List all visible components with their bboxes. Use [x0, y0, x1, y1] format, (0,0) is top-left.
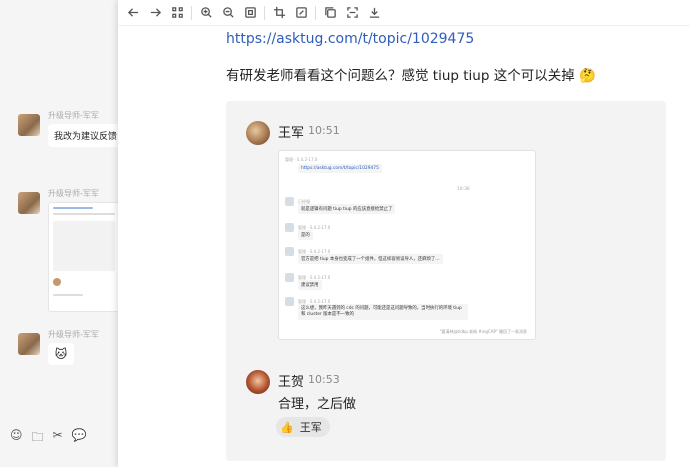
zoom-in-icon[interactable]	[195, 2, 217, 24]
avatar[interactable]	[18, 192, 40, 214]
forward-icon[interactable]	[144, 2, 166, 24]
avatar[interactable]	[246, 121, 270, 145]
chat-icon[interactable]: 💬	[72, 428, 87, 449]
avatar[interactable]	[246, 370, 270, 394]
list-item: 管理 · S.4.2-17.0 建议禁用	[285, 273, 330, 290]
message-sender: 升级导师-军军	[48, 189, 99, 198]
screenshot-footer: "要清林@tidbp.老街 #ingCAP" 撤回了一条消息	[439, 329, 527, 334]
input-toolbar: ☺ 🗀 ✂ 💬	[10, 428, 87, 449]
embedded-screenshot[interactable]: 管理 · S.4.2-17.0 https://asktug.com/t/top…	[278, 150, 536, 340]
image-viewer: https://asktug.com/t/topic/1029475 有研发老师…	[118, 0, 690, 467]
scan-icon[interactable]	[341, 2, 363, 24]
edit-icon[interactable]	[290, 2, 312, 24]
reaction-user: 王军	[299, 421, 322, 434]
zoom-out-icon[interactable]	[217, 2, 239, 24]
viewer-toolbar	[118, 0, 690, 26]
message-bubble[interactable]: 我改为建议反馈	[48, 124, 118, 147]
list-item: 管理 · S.4.2-17.0 这么想，我昨天遇到的 cdc 的问题，可能还是这…	[285, 297, 468, 320]
message-time: 10:51	[308, 124, 340, 137]
crop-icon[interactable]	[268, 2, 290, 24]
avatar[interactable]	[18, 114, 40, 136]
grid-icon[interactable]	[166, 2, 188, 24]
question-text: 有研发老师看看这个问题么？感觉 tiup tiup 这个可以关掉 🤔	[226, 68, 596, 84]
avatar[interactable]	[18, 333, 40, 355]
topic-link[interactable]: https://asktug.com/t/topic/1029475	[226, 31, 474, 47]
message-sender: 升级导师-军军	[48, 330, 99, 339]
list-item: 已经服 就是逻辑有问题 tiup tiup 的应该直接给禁止了	[285, 197, 396, 214]
reply-text: 合理，之后做	[278, 397, 357, 412]
emoji-message[interactable]: 🐱	[48, 343, 74, 365]
screenshot-time: 10:36	[457, 187, 470, 192]
thumbs-up-icon: 👍	[280, 420, 294, 434]
scissors-icon[interactable]: ✂	[53, 428, 63, 449]
copy-icon[interactable]	[319, 2, 341, 24]
image-thumbnail[interactable]	[48, 202, 118, 312]
message-time: 10:53	[308, 373, 340, 386]
list-item: 管理 · S.4.2-17.0 官方是把 tiup 本身也变成了一个组件，但这样…	[285, 247, 443, 264]
folder-icon[interactable]: 🗀	[32, 428, 44, 449]
sender-name: 王贺	[278, 375, 305, 390]
message-sender: 升级导师-军军	[48, 111, 99, 120]
emoji-icon[interactable]: ☺	[10, 428, 23, 449]
reaction-chip[interactable]: 👍 王军	[276, 417, 330, 437]
download-icon[interactable]	[363, 2, 385, 24]
list-item: 管理 · S.4.2-17.0 是的	[285, 223, 330, 240]
sender-name: 王军	[278, 126, 305, 141]
fit-icon[interactable]	[239, 2, 261, 24]
list-item: 管理 · S.4.2-17.0 https://asktug.com/t/top…	[285, 157, 382, 173]
back-icon[interactable]	[122, 2, 144, 24]
chat-background: 升级导师-军军 我改为建议反馈 升级导师-军军 升级导师-军军 🐱 ☺ 🗀 ✂ …	[0, 0, 118, 467]
